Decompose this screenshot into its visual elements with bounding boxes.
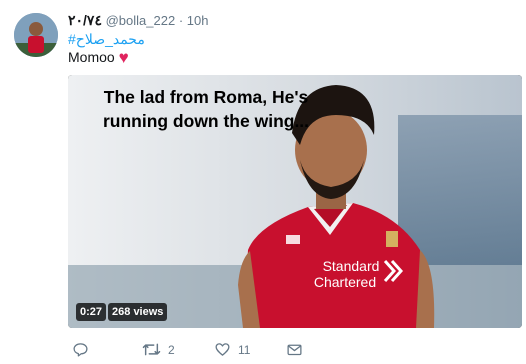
- tweet[interactable]: ٢٠/٧٤ @bolla_222 · 10h #محمد_صلاح Momoo …: [0, 0, 526, 364]
- sponsor-line-1: Standard: [323, 258, 380, 274]
- timestamp[interactable]: 10h: [187, 13, 209, 28]
- retweet-button[interactable]: 2: [142, 341, 175, 358]
- tweet-text-content: Momoo: [68, 49, 115, 65]
- separator-dot: ·: [178, 13, 184, 28]
- tweet-text: Momoo ♥: [68, 48, 129, 68]
- sponsor-line-2: Chartered: [314, 274, 376, 290]
- direct-message-button[interactable]: [286, 341, 303, 358]
- video-duration: 0:27: [76, 303, 107, 321]
- retweet-count: 2: [168, 342, 175, 357]
- hashtag-link[interactable]: #محمد_صلاح: [68, 31, 145, 48]
- video-player[interactable]: Standard Chartered The lad from Roma, He…: [68, 75, 522, 328]
- retweet-icon: [142, 343, 161, 356]
- display-name[interactable]: ٢٠/٧٤: [68, 12, 102, 28]
- video-views: 268 views: [108, 303, 168, 321]
- like-count: 11: [238, 342, 251, 357]
- tweet-actions: 2 11: [68, 341, 508, 361]
- user-handle[interactable]: @bolla_222: [106, 13, 176, 28]
- message-icon: [287, 344, 302, 356]
- video-badges: 0:27 268 views: [76, 303, 168, 321]
- avatar[interactable]: [14, 13, 58, 57]
- heart-icon: [215, 343, 230, 356]
- reply-icon: [73, 343, 88, 357]
- tweet-header: ٢٠/٧٤ @bolla_222 · 10h: [68, 12, 208, 29]
- video-caption: The lad from Roma, He's running down the…: [102, 87, 310, 131]
- reply-button[interactable]: [72, 341, 89, 358]
- heart-emoji-icon: ♥: [118, 48, 129, 67]
- like-button[interactable]: 11: [214, 341, 250, 358]
